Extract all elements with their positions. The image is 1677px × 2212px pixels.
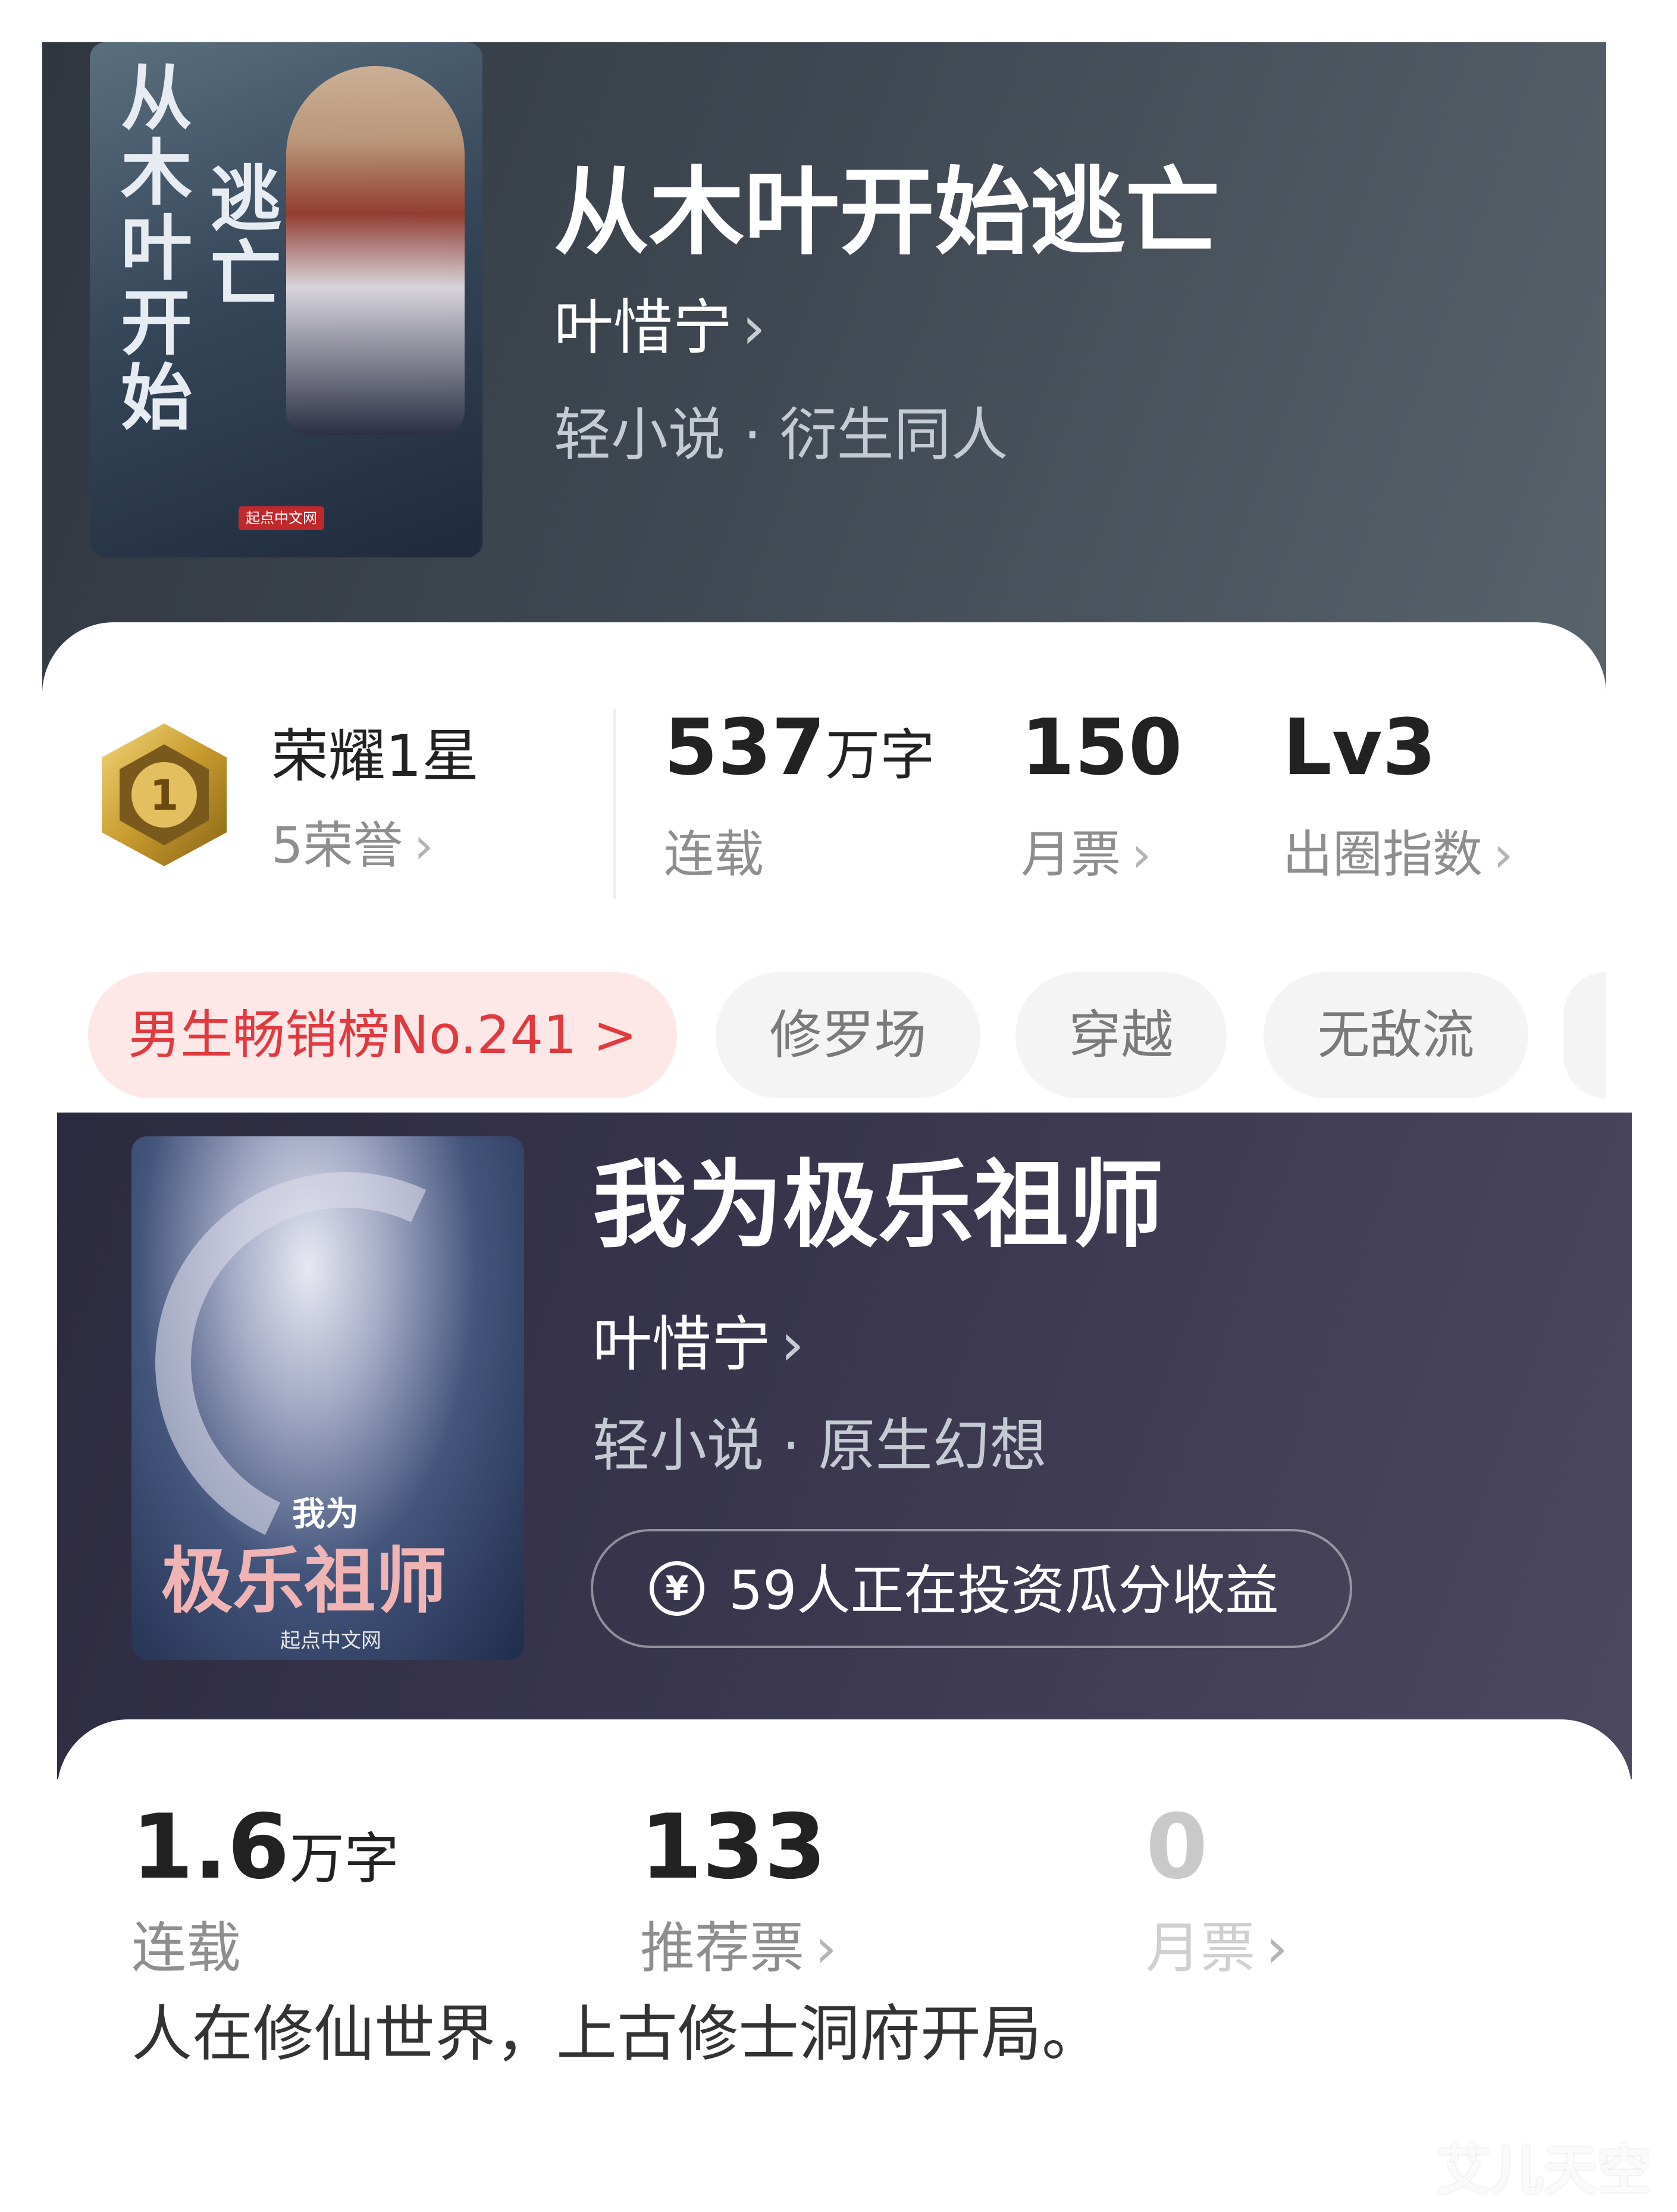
monthly-ticket-value: 150	[1021, 702, 1183, 792]
book-genre: 轻小说 · 原生幻想	[593, 1412, 1047, 1479]
tag-chip[interactable]: 穿越	[1015, 972, 1227, 1098]
honor-title: 荣耀1星	[271, 723, 479, 789]
book-description: 人在修仙世界，上古修士洞府开局。	[131, 1999, 1102, 2070]
word-count-value: 1.6万字	[131, 1796, 399, 1899]
author-link[interactable]: 叶惜宁 ›	[554, 292, 766, 364]
book-card-1[interactable]: 从木叶开始 逃亡 起点中文网 从木叶开始逃亡 叶惜宁 › 轻小说 · 衍生同人 1…	[42, 42, 1606, 1100]
ranking-tag[interactable]: 男生畅销榜No.241 >	[88, 972, 677, 1098]
book-stats-panel	[57, 1719, 1632, 2212]
chevron-right-icon: ›	[1266, 1916, 1288, 1980]
chevron-right-icon: ›	[742, 293, 766, 362]
book-title: 从木叶开始逃亡	[554, 156, 1221, 268]
honor-badge-number: 1	[150, 771, 179, 820]
chevron-right-icon: ›	[413, 816, 434, 875]
recommend-ticket-link[interactable]: 推荐票 ›	[640, 1916, 837, 1981]
book-title: 我为极乐祖师	[593, 1149, 1164, 1261]
word-count-value: 537万字	[664, 702, 935, 792]
serial-status-label: 连载	[131, 1916, 242, 1980]
cover-title-text: 极乐祖师	[161, 1540, 447, 1623]
book-genre: 轻小说 · 衍生同人	[554, 402, 1008, 468]
book-cover-1[interactable]: 从木叶开始 逃亡 起点中文网	[90, 42, 482, 557]
cover-title-text: 从木叶开始	[108, 60, 191, 435]
author-name: 叶惜宁	[593, 1309, 771, 1379]
book-cover-2[interactable]: 我为 极乐祖师 起点中文网	[131, 1136, 524, 1660]
watermark: 艾儿天空	[1437, 2139, 1651, 2202]
cover-title-text: 逃亡	[198, 161, 280, 311]
monthly-ticket-link[interactable]: 月票 ›	[1146, 1916, 1288, 1981]
recommend-ticket-value: 133	[640, 1796, 827, 1899]
book-card-2[interactable]: 我为 极乐祖师 起点中文网 我为极乐祖师 叶惜宁 › 轻小说 · 原生幻想 ¥ 5…	[57, 1113, 1632, 2212]
honor-link[interactable]: 5荣誉 ›	[271, 813, 434, 878]
monthly-ticket-link[interactable]: 月票 ›	[1021, 822, 1152, 887]
serial-status-label: 连载	[664, 825, 764, 883]
chevron-right-icon: ›	[1493, 825, 1513, 883]
author-link[interactable]: 叶惜宁 ›	[593, 1309, 804, 1380]
breakout-index-value: Lv3	[1283, 702, 1437, 792]
chevron-right-icon: ›	[815, 1916, 837, 1980]
cover-character-illustration	[286, 66, 465, 435]
chevron-right-icon: ›	[1131, 825, 1152, 883]
honor-medal-icon: 1	[102, 723, 227, 866]
honor-count: 5荣誉	[271, 816, 403, 875]
tag-chip[interactable]: 无敌流	[1264, 972, 1528, 1098]
author-name: 叶惜宁	[554, 293, 732, 362]
stats-divider	[613, 709, 616, 899]
tag-chip[interactable]: 修罗场	[716, 972, 980, 1098]
publisher-logo: 起点中文网	[239, 506, 324, 530]
yen-coin-icon: ¥	[650, 1561, 704, 1616]
invest-text: 59人正在投资瓜分收益	[729, 1559, 1279, 1622]
breakout-index-link[interactable]: 出圈指数 ›	[1283, 822, 1513, 887]
chevron-right-icon: ›	[780, 1309, 804, 1379]
invest-button[interactable]: ¥ 59人正在投资瓜分收益	[591, 1529, 1352, 1648]
publisher-logo: 起点中文网	[280, 1629, 381, 1653]
monthly-ticket-value: 0	[1146, 1796, 1208, 1899]
